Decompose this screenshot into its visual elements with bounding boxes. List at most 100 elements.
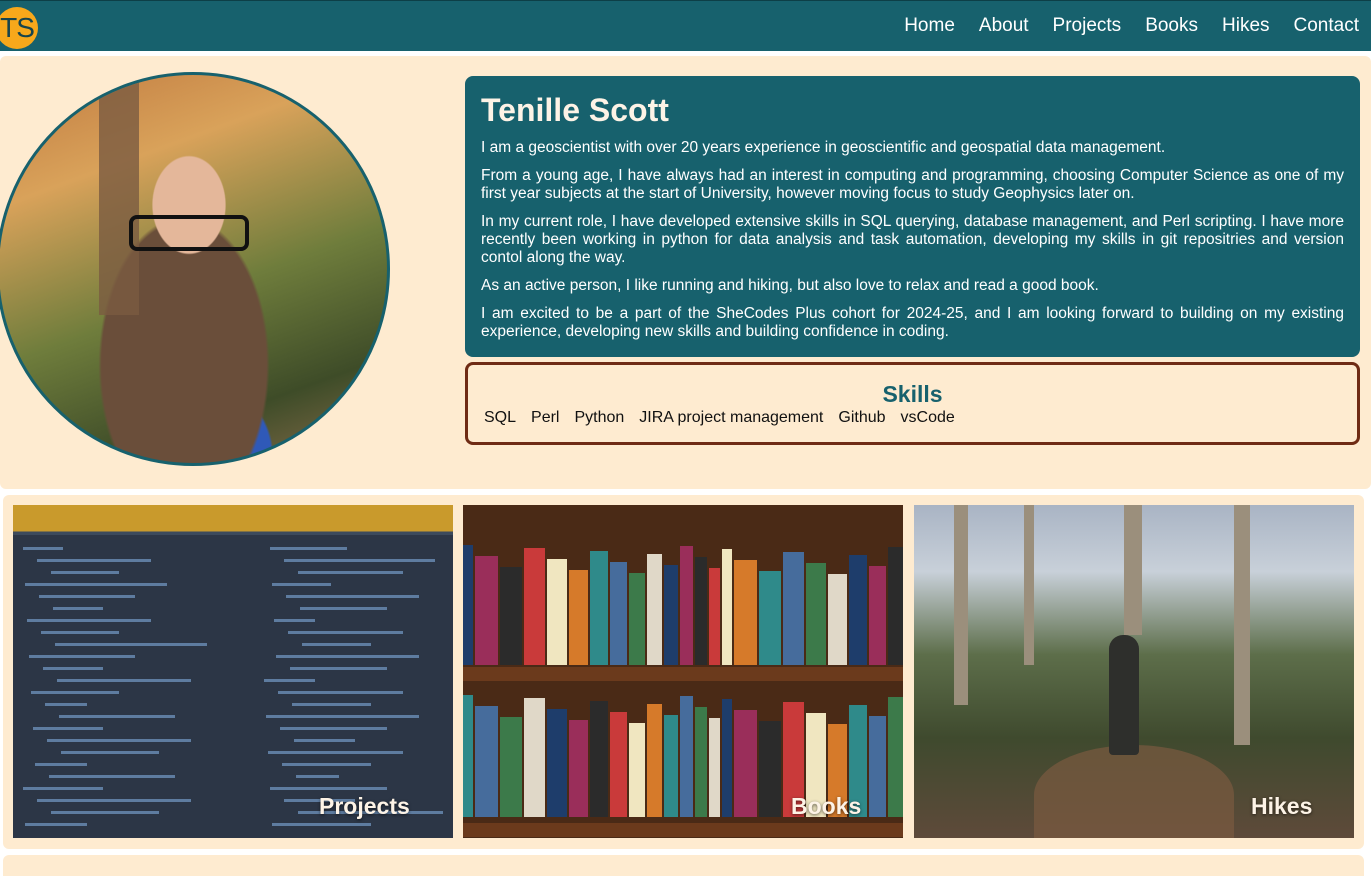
site-logo[interactable]: TS: [0, 7, 38, 49]
hikes-tile[interactable]: Hikes: [914, 505, 1354, 838]
photo-code-line: [300, 607, 387, 610]
photo-code-line: [31, 691, 119, 694]
photo-code-line: [264, 679, 315, 682]
skill-item: Perl: [531, 409, 560, 426]
skill-item: Python: [574, 409, 625, 426]
photo-glasses: [129, 215, 249, 251]
photo-code-line: [57, 679, 191, 682]
skill-item: Github: [838, 409, 886, 426]
projects-tile[interactable]: Projects: [13, 505, 453, 838]
photo-book-spine: [869, 566, 886, 665]
photo-code-line: [37, 559, 151, 562]
photo-code-line: [280, 727, 387, 730]
photo-code-line: [33, 727, 103, 730]
skill-item: JIRA project management: [639, 409, 824, 426]
photo-book-spine: [680, 546, 693, 665]
books-photo-top-shelf: [463, 545, 903, 665]
projects-tile-label: Projects: [319, 793, 410, 819]
photo-tree: [1124, 505, 1142, 635]
bookshelf-plank: [463, 667, 903, 681]
nav-link-about[interactable]: About: [979, 15, 1029, 37]
profile-name: Tenille Scott: [481, 92, 669, 128]
photo-book-spine: [888, 697, 903, 817]
nav-link-contact[interactable]: Contact: [1294, 15, 1359, 37]
photo-book-spine: [610, 562, 627, 665]
photo-code-line: [278, 691, 403, 694]
photo-book-spine: [463, 545, 473, 665]
photo-book-spine: [647, 704, 662, 817]
photo-code-line: [25, 823, 87, 826]
bookshelf-plank: [463, 823, 903, 837]
skills-card: Skills SQL Perl Python JIRA project mana…: [465, 362, 1360, 445]
about-paragraph: I am a geoscientist with over 20 years e…: [481, 139, 1166, 156]
hero-section: Tenille Scott I am a geoscientist with o…: [0, 56, 1371, 489]
photo-background-tree: [99, 75, 139, 315]
photo-tree: [1024, 505, 1034, 665]
books-tile-label: Books: [791, 793, 862, 819]
top-navbar: TS Home About Projects Books Hikes Conta…: [0, 0, 1371, 51]
photo-code-line: [47, 739, 191, 742]
photo-code-line: [49, 775, 175, 778]
nav-link-hikes[interactable]: Hikes: [1222, 15, 1270, 37]
photo-code-line: [23, 787, 103, 790]
photo-code-line: [43, 667, 103, 670]
nav-link-projects[interactable]: Projects: [1053, 15, 1122, 37]
photo-book-spine: [722, 549, 732, 665]
photo-code-line: [23, 547, 63, 550]
profile-photo: [0, 72, 390, 466]
photo-book-spine: [806, 563, 826, 665]
photo-code-line: [25, 583, 167, 586]
photo-book-spine: [590, 551, 608, 665]
photo-code-line: [45, 703, 87, 706]
about-paragraph: I am excited to be a part of the SheCode…: [481, 305, 1344, 340]
photo-code-line: [53, 607, 103, 610]
photo-book-spine: [500, 567, 522, 665]
skill-item: vsCode: [900, 409, 955, 426]
gallery-section: Projects Books Hikes: [3, 495, 1364, 849]
nav-link-home[interactable]: Home: [904, 15, 955, 37]
photo-hiker: [1109, 635, 1139, 755]
photo-code-line: [286, 595, 419, 598]
photo-code-line: [276, 655, 419, 658]
photo-book-spine: [849, 555, 867, 665]
photo-code-line: [39, 595, 135, 598]
photo-code-line: [284, 559, 435, 562]
about-paragraph: From a young age, I have always had an i…: [481, 167, 1344, 202]
photo-code-line: [270, 787, 387, 790]
photo-code-line: [290, 667, 387, 670]
photo-book-spine: [680, 696, 693, 817]
photo-code-line: [298, 571, 403, 574]
photo-book-spine: [888, 547, 903, 665]
photo-code-line: [35, 763, 87, 766]
photo-book-spine: [463, 695, 473, 817]
main-nav: Home About Projects Books Hikes Contact: [880, 15, 1359, 37]
photo-book-spine: [569, 720, 588, 817]
books-tile[interactable]: Books: [463, 505, 903, 838]
photo-code-line: [55, 643, 207, 646]
about-paragraph: As an active person, I like running and …: [481, 277, 1099, 294]
skills-title: Skills: [882, 381, 943, 407]
photo-book-spine: [569, 570, 588, 665]
photo-book-spine: [610, 712, 627, 817]
nav-link-books[interactable]: Books: [1145, 15, 1198, 37]
photo-code-line: [51, 811, 159, 814]
photo-book-spine: [869, 716, 886, 817]
photo-book-spine: [722, 699, 732, 817]
photo-book-spine: [709, 568, 720, 665]
photo-code-line: [51, 571, 119, 574]
photo-book-spine: [759, 571, 781, 665]
photo-book-spine: [547, 709, 567, 817]
photo-book-spine: [547, 559, 567, 665]
photo-book-spine: [783, 552, 804, 665]
skills-list: SQL Perl Python JIRA project management …: [484, 409, 970, 427]
photo-book-spine: [709, 718, 720, 817]
photo-code-line: [274, 619, 315, 622]
photo-code-line: [29, 655, 135, 658]
photo-code-line: [41, 631, 119, 634]
photo-book-spine: [590, 701, 608, 817]
photo-code-line: [266, 715, 419, 718]
photo-book-spine: [664, 565, 678, 665]
photo-book-spine: [734, 710, 757, 817]
photo-code-line: [282, 763, 371, 766]
photo-book-spine: [734, 560, 757, 665]
